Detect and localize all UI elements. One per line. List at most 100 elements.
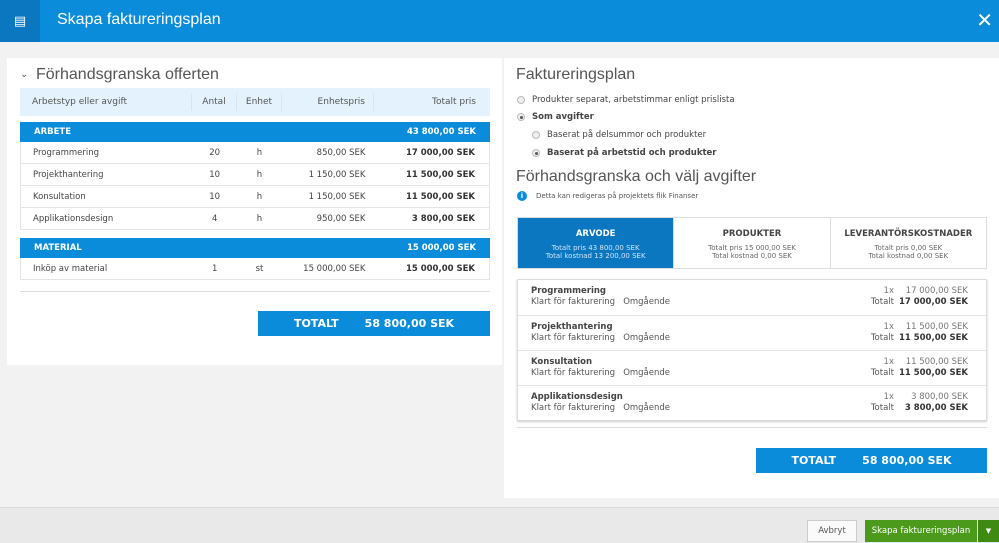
billing-plan-title: Faktureringsplan [516, 66, 636, 83]
radio-label: Baserat på arbetstid och produkter [547, 148, 717, 158]
cell: h [256, 191, 263, 202]
radio-as-fees[interactable]: Som avgifter [517, 112, 594, 122]
quote-preview-panel: ⌄ Förhandsgranska offerten Arbetstyp ell… [7, 58, 502, 365]
cancel-button[interactable]: Avbryt [807, 520, 857, 542]
item-total: 11 500,00 SEK [898, 333, 968, 343]
col-header: Enhet [237, 93, 282, 111]
list-item[interactable]: Konsultation Klart för fakturering Omgåe… [518, 350, 986, 385]
cell: h [256, 147, 263, 158]
item-price: 17 000,00 SEK [905, 286, 968, 296]
total-bar: TOTALT 58 800,00 SEK [756, 448, 987, 473]
item-total: 17 000,00 SEK [898, 297, 968, 307]
group-header: MATERIAL 15 000,00 SEK [20, 238, 490, 258]
item-name: Projekthantering [531, 322, 613, 332]
radio-icon [532, 149, 540, 157]
item-total: 3 800,00 SEK [904, 403, 968, 413]
cell: 850,00 SEK [316, 147, 366, 158]
item-status: Klart för fakturering Omgående [531, 403, 671, 413]
cell: 1 150,00 SEK [308, 191, 366, 202]
dialog-title: Skapa faktureringsplan [57, 11, 221, 28]
divider [20, 291, 490, 292]
cell: 11 500,00 SEK [405, 191, 475, 202]
item-status: Klart för fakturering Omgående [531, 368, 671, 378]
folder-icon: ▤ [0, 0, 40, 42]
tab-leverantorskostnader[interactable]: LEVERANTÖRSKOSTNADER Totalt pris 0,00 SEK… [829, 218, 986, 268]
cell: 17 000,00 SEK [405, 147, 475, 158]
list-item[interactable]: Programmering Klart för fakturering Omgå… [518, 280, 986, 315]
cell: 4 [211, 213, 218, 224]
total-bar: TOTALT 58 800,00 SEK [258, 311, 490, 336]
radio-label: Produkter separat, arbetstimmar enligt p… [532, 95, 735, 105]
cell: 15 000,00 SEK [405, 263, 475, 274]
item-name: Applikationsdesign [531, 392, 623, 402]
total-label: TOTALT [293, 317, 339, 330]
item-qty: 1x [883, 357, 894, 367]
item-price: 11 500,00 SEK [905, 322, 968, 332]
cell: Applikationsdesign [33, 213, 114, 224]
cell: 10 [209, 169, 221, 180]
cell: 1 150,00 SEK [308, 169, 366, 180]
close-icon[interactable]: ✕ [976, 8, 993, 32]
total-value: 58 800,00 SEK [364, 317, 455, 330]
item-total-label: Totalt [870, 368, 894, 378]
info-text: Detta kan redigeras på projektets flik F… [536, 192, 699, 200]
quote-preview-title: Förhandsgranska offerten [36, 66, 219, 83]
total-label: TOTALT [791, 454, 837, 467]
radio-subtotals[interactable]: Baserat på delsummor och produkter [532, 130, 706, 140]
list-item[interactable]: Applikationsdesign Klart för fakturering… [518, 385, 986, 420]
radio-icon [517, 96, 525, 104]
radio-worktime[interactable]: Baserat på arbetstid och produkter [532, 148, 717, 158]
list-item[interactable]: Projekthantering Klart för fakturering O… [518, 315, 986, 350]
radio-icon [517, 113, 525, 121]
collapse-chevron-icon[interactable]: ⌄ [20, 69, 28, 80]
cell: 20 [209, 147, 221, 158]
cell: st [255, 263, 264, 274]
table-row: Applikationsdesign 4 h 950,00 SEK 3 800,00 S… [20, 208, 490, 230]
info-icon: i [517, 191, 527, 201]
cell: Programmering [33, 147, 100, 158]
fee-tabs: ARVODE Totalt pris 43 800,00 SEK Total kos… [517, 217, 987, 269]
divider [517, 427, 987, 428]
radio-icon [532, 131, 540, 139]
cell: 11 500,00 SEK [405, 169, 475, 180]
radio-label: Som avgifter [532, 112, 594, 122]
cell: 3 800,00 SEK [411, 213, 475, 224]
create-billing-plan-button[interactable]: Skapa faktureringsplan [865, 520, 977, 542]
cell: h [256, 213, 263, 224]
billing-plan-panel: Faktureringsplan Produkter separat, arbe… [504, 58, 999, 498]
cell: Inköp av material [33, 263, 108, 274]
item-status: Klart för fakturering Omgående [531, 333, 671, 343]
item-qty: 1x [883, 322, 894, 332]
item-total-label: Totalt [870, 403, 894, 413]
total-value: 58 800,00 SEK [862, 454, 952, 467]
cell: 950,00 SEK [316, 213, 366, 224]
item-name: Programmering [531, 286, 606, 296]
col-header: Antal [192, 93, 237, 111]
dropdown-arrow-icon[interactable]: ▼ [978, 520, 999, 542]
group-header: ARBETE 43 800,00 SEK [20, 122, 490, 142]
item-total: 11 500,00 SEK [898, 368, 968, 378]
cell: 15 000,00 SEK [303, 263, 366, 274]
item-name: Konsultation [531, 357, 593, 367]
dialog-footer: Avbryt Skapa faktureringsplan ▼ [0, 507, 999, 543]
col-header: Totalt pris [431, 97, 476, 107]
table-header: Arbetstyp eller avgift Antal Enhet Enhet… [20, 88, 490, 116]
col-header: Arbetstyp eller avgift [20, 93, 192, 111]
cell: h [256, 169, 263, 180]
section-title: Förhandsgranska och välj avgifter [516, 168, 757, 185]
cell: Konsultation [33, 191, 86, 202]
item-total-label: Totalt [870, 333, 894, 343]
item-price: 3 800,00 SEK [911, 392, 968, 402]
table-row: Inköp av material 1 st 15 000,00 SEK 15 000,… [20, 258, 490, 280]
tab-arvode[interactable]: ARVODE Totalt pris 43 800,00 SEK Total kos… [518, 218, 674, 268]
tab-produkter[interactable]: PRODUKTER Totalt pris 15 000,00 SEK Total … [673, 218, 829, 268]
cell: Projekthantering [33, 169, 104, 180]
cell: 10 [209, 191, 221, 202]
table-row: Projekthantering 10 h 1 150,00 SEK 11 500,00… [20, 164, 490, 186]
cell: 1 [211, 263, 218, 274]
quote-table: ARBETE 43 800,00 SEK Programmering 20 h 850,0… [20, 122, 490, 280]
item-total-label: Totalt [870, 297, 894, 307]
table-row: Konsultation 10 h 1 150,00 SEK 11 500,00 SEK [20, 186, 490, 208]
item-qty: 1x [883, 392, 894, 402]
radio-products-separate[interactable]: Produkter separat, arbetstimmar enligt p… [517, 95, 735, 105]
